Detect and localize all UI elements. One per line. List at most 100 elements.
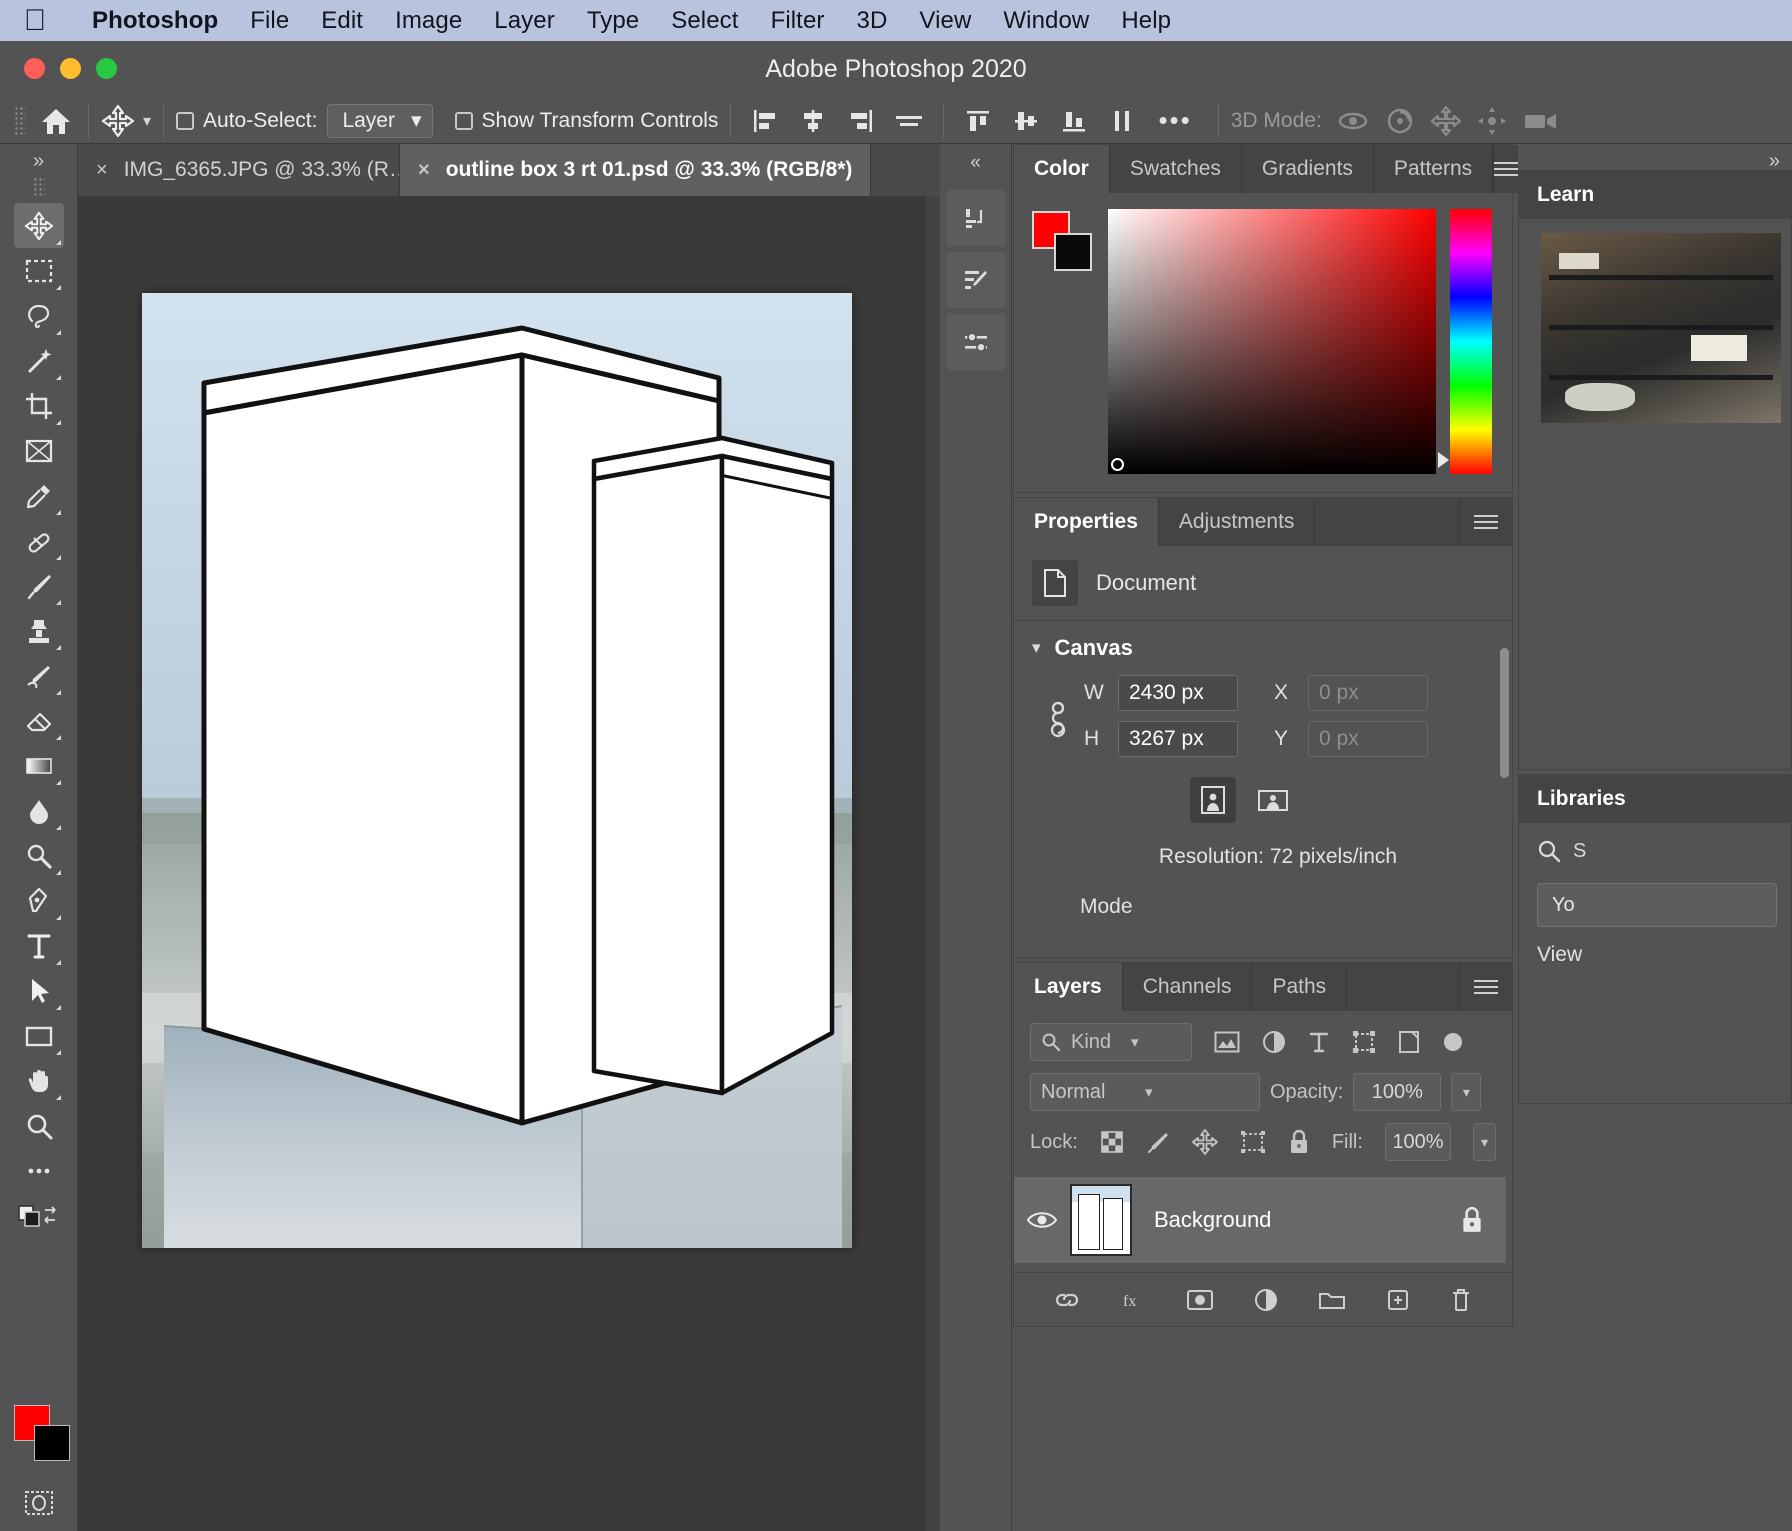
toolbox-collapse-button[interactable]: » — [0, 144, 77, 175]
canvas-viewport[interactable] — [78, 196, 940, 1531]
pen-tool[interactable] — [14, 878, 64, 923]
align-left-edges-icon[interactable] — [743, 103, 787, 139]
menu-file[interactable]: File — [234, 7, 305, 35]
minimize-window-button[interactable] — [60, 58, 81, 79]
panel-menu-icon[interactable] — [1460, 963, 1512, 1011]
tab-paths[interactable]: Paths — [1252, 963, 1347, 1011]
libraries-search[interactable]: S — [1519, 823, 1791, 877]
opacity-stepper[interactable]: ▾ — [1451, 1073, 1481, 1111]
type-layer-filter-icon[interactable] — [1308, 1030, 1330, 1054]
background-color-swatch[interactable] — [34, 1425, 70, 1461]
crop-tool[interactable] — [14, 383, 64, 428]
smart-object-filter-icon[interactable] — [1398, 1030, 1420, 1054]
new-group-icon[interactable] — [1318, 1289, 1346, 1311]
menu-view[interactable]: View — [903, 7, 987, 35]
histogram-panel-icon[interactable] — [946, 190, 1006, 246]
rectangular-marquee-tool[interactable] — [14, 248, 64, 293]
tab-patterns[interactable]: Patterns — [1374, 145, 1493, 193]
panel-menu-icon[interactable] — [1460, 498, 1512, 546]
menu-select[interactable]: Select — [655, 7, 754, 35]
tab-properties[interactable]: Properties — [1014, 498, 1159, 546]
tab-adjustments[interactable]: Adjustments — [1159, 498, 1316, 546]
auto-select-checkbox[interactable] — [176, 112, 194, 130]
lock-all-icon[interactable] — [1288, 1129, 1310, 1155]
menu-window[interactable]: Window — [987, 7, 1105, 35]
filter-power-toggle-icon[interactable] — [1442, 1031, 1464, 1053]
hue-slider-thumb[interactable] — [1438, 452, 1449, 468]
properties-scrollbar[interactable] — [1500, 648, 1509, 778]
libraries-action-button[interactable]: Yo — [1537, 883, 1777, 927]
link-chain-icon[interactable] — [1032, 697, 1084, 745]
zoom-tool[interactable] — [14, 1103, 64, 1148]
show-transform-controls-checkbox[interactable] — [455, 112, 473, 130]
type-tool[interactable] — [14, 923, 64, 968]
align-bottom-edges-icon[interactable] — [1052, 103, 1096, 139]
add-layer-mask-icon[interactable] — [1186, 1289, 1214, 1311]
lock-image-pixels-icon[interactable] — [1146, 1130, 1170, 1154]
color-field-marker[interactable] — [1111, 458, 1124, 471]
fill-value[interactable]: 100% — [1385, 1123, 1451, 1161]
edit-toolbar-button[interactable] — [14, 1148, 64, 1193]
tab-libraries[interactable]: Libraries — [1537, 787, 1626, 811]
new-fill-adjustment-icon[interactable] — [1254, 1288, 1278, 1312]
close-window-button[interactable] — [24, 58, 45, 79]
layer-style-fx-icon[interactable]: fx — [1120, 1288, 1146, 1312]
canvas-vertical-scrollbar[interactable] — [926, 196, 940, 1531]
align-right-edges-icon[interactable] — [839, 103, 883, 139]
eraser-tool[interactable] — [14, 698, 64, 743]
toolbox-grip[interactable] — [33, 177, 45, 197]
align-vertical-centers-icon[interactable] — [1004, 103, 1048, 139]
brush-tool[interactable] — [14, 563, 64, 608]
history-brush-tool[interactable] — [14, 653, 64, 698]
auto-select-dropdown[interactable]: Layer ▾ — [327, 104, 432, 138]
swap-default-colors[interactable] — [14, 1193, 64, 1233]
canvas-section-header[interactable]: ▾ Canvas — [1014, 635, 1512, 675]
blur-tool[interactable] — [14, 788, 64, 833]
adjustment-layer-filter-icon[interactable] — [1262, 1030, 1286, 1054]
panel-menu-icon[interactable] — [1494, 145, 1518, 193]
menu-photoshop[interactable]: Photoshop — [76, 7, 234, 35]
tab-channels[interactable]: Channels — [1123, 963, 1253, 1011]
gradient-tool[interactable] — [14, 743, 64, 788]
menu-edit[interactable]: Edit — [305, 7, 379, 35]
new-layer-icon[interactable] — [1386, 1288, 1410, 1312]
tab-layers[interactable]: Layers — [1014, 963, 1123, 1011]
dock-collapse-button[interactable]: « — [940, 144, 1011, 184]
lock-artboard-nesting-icon[interactable] — [1240, 1130, 1266, 1154]
tab-gradients[interactable]: Gradients — [1242, 145, 1374, 193]
spot-healing-brush-tool[interactable] — [14, 518, 64, 563]
canvas-y-input[interactable]: 0 px — [1308, 721, 1428, 757]
libraries-search-input[interactable]: S — [1573, 840, 1586, 863]
move-tool[interactable] — [14, 203, 64, 248]
background-color-swatch[interactable] — [1054, 233, 1092, 271]
quick-mask-button[interactable] — [24, 1489, 54, 1517]
libraries-view-link[interactable]: View — [1519, 927, 1791, 967]
layer-name[interactable]: Background — [1132, 1207, 1460, 1233]
active-tool-move[interactable]: ▾ — [101, 104, 151, 138]
adjustments-panel-icon[interactable] — [946, 314, 1006, 370]
zoom-window-button[interactable] — [96, 58, 117, 79]
pixel-layer-filter-icon[interactable] — [1214, 1031, 1240, 1053]
layer-visibility-toggle[interactable] — [1014, 1209, 1070, 1231]
distribute-horizontal-icon[interactable] — [887, 103, 931, 139]
brush-settings-panel-icon[interactable] — [946, 252, 1006, 308]
close-icon[interactable]: × — [418, 159, 430, 182]
dodge-tool[interactable] — [14, 833, 64, 878]
tab-swatches[interactable]: Swatches — [1110, 145, 1242, 193]
object-selection-tool[interactable] — [14, 338, 64, 383]
align-horizontal-centers-icon[interactable] — [791, 103, 835, 139]
layer-thumbnail[interactable] — [1070, 1184, 1132, 1256]
learn-tutorial-thumbnail[interactable] — [1541, 233, 1781, 423]
align-top-edges-icon[interactable] — [956, 103, 1000, 139]
saturation-brightness-field[interactable] — [1108, 209, 1436, 474]
link-layers-icon[interactable] — [1054, 1288, 1080, 1312]
document-tab-img-6365[interactable]: × IMG_6365.JPG @ 33.3% (R… — [78, 144, 400, 196]
layer-row-background[interactable]: Background — [1014, 1177, 1506, 1263]
opacity-value[interactable]: 100% — [1353, 1073, 1441, 1111]
menu-layer[interactable]: Layer — [478, 7, 571, 35]
tab-color[interactable]: Color — [1014, 145, 1110, 193]
tab-learn[interactable]: Learn — [1537, 183, 1594, 207]
lock-transparent-pixels-icon[interactable] — [1100, 1130, 1124, 1154]
blend-mode-dropdown[interactable]: Normal ▾ — [1030, 1073, 1260, 1111]
artboard-canvas[interactable] — [142, 293, 852, 1248]
